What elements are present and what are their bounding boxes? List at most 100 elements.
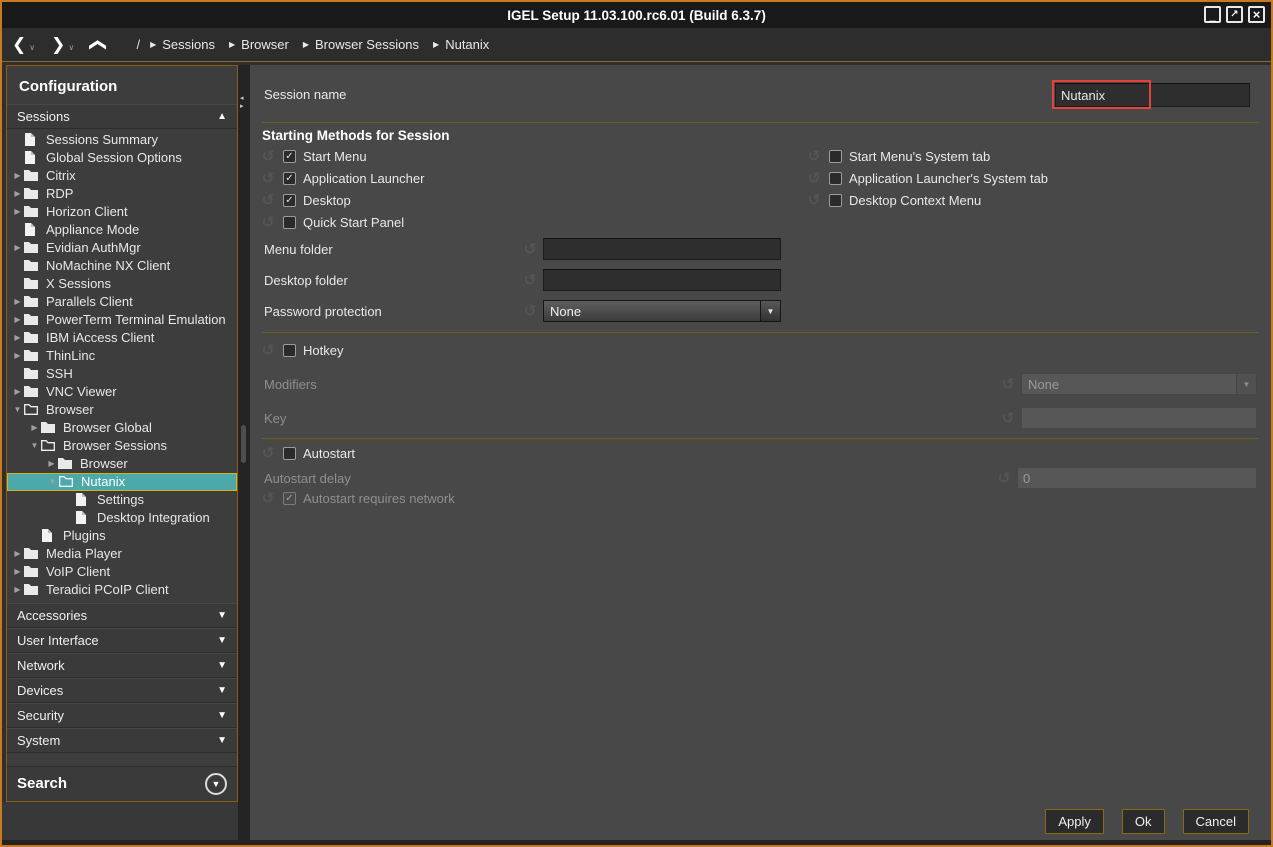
tree-item-desktop-integration[interactable]: Desktop Integration <box>7 509 237 527</box>
reset-icon[interactable]: ↺ <box>522 273 538 288</box>
search-expand-button[interactable]: ▼ <box>205 773 227 795</box>
breadcrumb-item-browser-sessions[interactable]: ▶Browser Sessions <box>303 37 419 52</box>
cancel-button[interactable]: Cancel <box>1183 809 1249 834</box>
menu-folder-input[interactable] <box>543 238 781 260</box>
tree-item-settings[interactable]: Settings <box>7 491 237 509</box>
sidebar-section-network[interactable]: Network▼ <box>7 653 237 678</box>
tree-item-thinlinc[interactable]: ▶ThinLinc <box>7 347 237 365</box>
search-section[interactable]: Search ▼ <box>7 766 237 801</box>
expander-icon[interactable]: ▼ <box>46 477 59 486</box>
tree-item-voip-client[interactable]: ▶VoIP Client <box>7 563 237 581</box>
tree-item-ibm-iaccess-client[interactable]: ▶IBM iAccess Client <box>7 329 237 347</box>
password-protection-select[interactable]: None▼ <box>543 300 781 322</box>
desktop-context-menu-checkbox[interactable] <box>829 194 842 207</box>
splitter-collapse-arrows[interactable]: ◂ ▸ <box>240 95 244 111</box>
autostart-checkbox[interactable] <box>283 447 296 460</box>
tree-item-appliance-mode[interactable]: Appliance Mode <box>7 221 237 239</box>
expander-icon[interactable]: ▶ <box>11 567 24 576</box>
expander-icon[interactable]: ▶ <box>11 207 24 216</box>
nav-up-button[interactable]: ❯ <box>87 37 107 51</box>
reset-icon[interactable]: ↺ <box>260 446 276 461</box>
ok-button[interactable]: Ok <box>1122 809 1165 834</box>
expander-icon[interactable]: ▶ <box>11 243 24 252</box>
modifiers-select: None ▼ <box>1021 373 1257 395</box>
sidebar-section-accessories[interactable]: Accessories▼ <box>7 603 237 628</box>
reset-icon[interactable]: ↺ <box>522 304 538 319</box>
apply-button[interactable]: Apply <box>1045 809 1104 834</box>
sidebar-section-sessions[interactable]: Sessions ▲ <box>7 104 237 129</box>
desktop-checkbox[interactable]: ✓ <box>283 194 296 207</box>
tree-item-powerterm-terminal-emulation[interactable]: ▶PowerTerm Terminal Emulation <box>7 311 237 329</box>
close-button[interactable]: × <box>1248 6 1265 23</box>
expander-icon[interactable]: ▶ <box>11 171 24 180</box>
modifiers-label: Modifiers <box>264 377 317 392</box>
tree-item-browser[interactable]: ▼Browser <box>7 401 237 419</box>
expander-icon[interactable]: ▶ <box>11 351 24 360</box>
reset-icon[interactable]: ↺ <box>260 215 276 230</box>
tree-item-teradici-pcoip-client[interactable]: ▶Teradici PCoIP Client <box>7 581 237 599</box>
expander-icon[interactable]: ▶ <box>28 423 41 432</box>
expander-icon[interactable]: ▼ <box>11 405 24 414</box>
reset-icon[interactable]: ↺ <box>260 343 276 358</box>
tree-item-x-sessions[interactable]: X Sessions <box>7 275 237 293</box>
breadcrumb-item-nutanix[interactable]: ▶Nutanix <box>433 37 489 52</box>
tree-item-browser-global[interactable]: ▶Browser Global <box>7 419 237 437</box>
expander-icon[interactable]: ▶ <box>11 189 24 198</box>
nav-forward-history-dropdown[interactable]: ∨ <box>68 41 74 55</box>
expander-icon[interactable]: ▶ <box>11 585 24 594</box>
tree-item-ssh[interactable]: SSH <box>7 365 237 383</box>
sidebar-section-security[interactable]: Security▼ <box>7 703 237 728</box>
reset-icon[interactable]: ↺ <box>260 193 276 208</box>
tree-item-browser[interactable]: ▶Browser <box>7 455 237 473</box>
desktop-folder-input[interactable] <box>543 269 781 291</box>
tree-item-sessions-summary[interactable]: Sessions Summary <box>7 131 237 149</box>
tree-item-nomachine-nx-client[interactable]: NoMachine NX Client <box>7 257 237 275</box>
tree-item-rdp[interactable]: ▶RDP <box>7 185 237 203</box>
tree-item-media-player[interactable]: ▶Media Player <box>7 545 237 563</box>
reset-icon[interactable]: ↺ <box>806 149 822 164</box>
hotkey-checkbox[interactable] <box>283 344 296 357</box>
expander-icon[interactable]: ▶ <box>11 315 24 324</box>
folder-open-icon <box>41 440 57 451</box>
start-menu-s-system-tab-checkbox[interactable] <box>829 150 842 163</box>
tree-item-vnc-viewer[interactable]: ▶VNC Viewer <box>7 383 237 401</box>
application-launcher-checkbox[interactable]: ✓ <box>283 172 296 185</box>
maximize-button[interactable]: ↗ <box>1226 6 1243 23</box>
expander-icon[interactable]: ▶ <box>11 333 24 342</box>
tree-item-parallels-client[interactable]: ▶Parallels Client <box>7 293 237 311</box>
expander-icon[interactable]: ▶ <box>11 549 24 558</box>
sidebar-splitter[interactable]: ◂ ▸ <box>238 65 250 840</box>
nav-forward-button[interactable]: ❯ <box>51 35 65 55</box>
tree-item-global-session-options[interactable]: Global Session Options <box>7 149 237 167</box>
expander-icon[interactable]: ▶ <box>11 297 24 306</box>
nav-back-history-dropdown[interactable]: ∨ <box>29 41 35 55</box>
session-name-input[interactable] <box>1055 83 1250 107</box>
quick-start-panel-checkbox[interactable] <box>283 216 296 229</box>
nav-back-button[interactable]: ❮ <box>12 35 26 55</box>
reset-icon[interactable]: ↺ <box>522 242 538 257</box>
reset-icon[interactable]: ↺ <box>260 171 276 186</box>
application-launcher-s-system-tab-checkbox[interactable] <box>829 172 842 185</box>
tree-item-horizon-client[interactable]: ▶Horizon Client <box>7 203 237 221</box>
tree-item-plugins[interactable]: Plugins <box>7 527 237 545</box>
scrollbar-thumb[interactable] <box>241 425 246 463</box>
breadcrumb-item-browser[interactable]: ▶Browser <box>229 37 289 52</box>
reset-icon[interactable]: ↺ <box>806 193 822 208</box>
expander-icon[interactable]: ▼ <box>28 441 41 450</box>
tree-item-nutanix[interactable]: ▼Nutanix <box>7 473 237 491</box>
expander-icon[interactable]: ▶ <box>45 459 58 468</box>
tree-item-browser-sessions[interactable]: ▼Browser Sessions <box>7 437 237 455</box>
expander-icon[interactable]: ▶ <box>11 387 24 396</box>
reset-icon[interactable]: ↺ <box>806 171 822 186</box>
minimize-button[interactable]: ▁ <box>1204 6 1221 23</box>
breadcrumb-item-sessions[interactable]: ▶Sessions <box>150 37 215 52</box>
sidebar-section-user-interface[interactable]: User Interface▼ <box>7 628 237 653</box>
reset-icon[interactable]: ↺ <box>260 149 276 164</box>
tree-item-evidian-authmgr[interactable]: ▶Evidian AuthMgr <box>7 239 237 257</box>
tree-item-citrix[interactable]: ▶Citrix <box>7 167 237 185</box>
start-menu-checkbox[interactable]: ✓ <box>283 150 296 163</box>
reset-icon: ↺ <box>260 491 276 506</box>
sidebar-section-system[interactable]: System▼ <box>7 728 237 753</box>
folder-icon <box>24 314 40 325</box>
sidebar-section-devices[interactable]: Devices▼ <box>7 678 237 703</box>
